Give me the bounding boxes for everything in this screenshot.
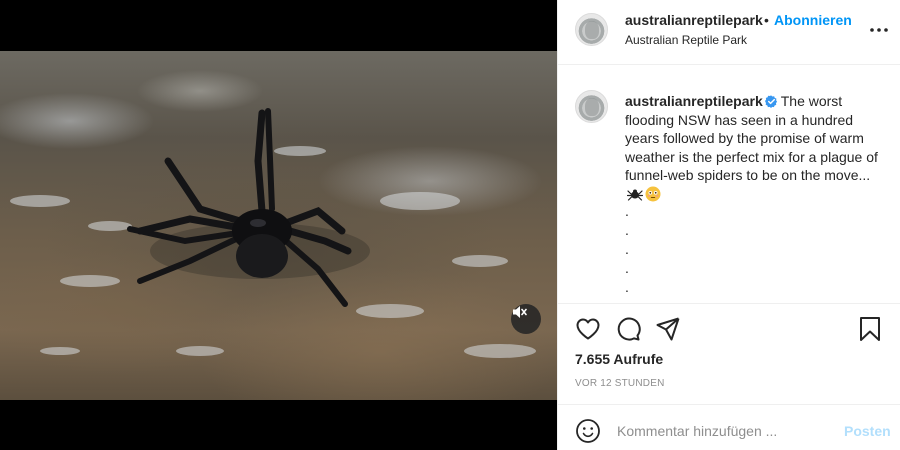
more-options-button[interactable] [869, 20, 889, 40]
avatar[interactable] [575, 90, 608, 123]
share-icon [656, 317, 680, 341]
spider-emoji [627, 189, 643, 201]
instagram-post: australianreptilepark • Abonnieren Austr… [0, 0, 900, 450]
share-button[interactable] [655, 316, 681, 342]
dot-line: . [625, 241, 629, 257]
header-username[interactable]: australianreptilepark [625, 12, 763, 28]
caption: australianreptilepark The worst flooding … [625, 92, 885, 204]
verified-badge-icon [764, 95, 777, 108]
like-button[interactable] [575, 316, 601, 342]
separator-dot: • [764, 12, 769, 28]
location-link[interactable]: Australian Reptile Park [625, 33, 747, 47]
caption-username[interactable]: australianreptilepark [625, 93, 763, 109]
action-bar [558, 306, 900, 346]
post-timestamp[interactable]: VOR 12 STUNDEN [575, 378, 665, 389]
comment-icon [617, 317, 641, 341]
post-header: australianreptilepark • Abonnieren Austr… [558, 0, 900, 65]
dot-line: . [625, 260, 629, 276]
emoji-picker-button[interactable] [575, 418, 601, 444]
comment-input[interactable] [617, 419, 827, 443]
media-area [0, 0, 557, 450]
flushed-face-emoji [645, 186, 661, 202]
mute-button[interactable] [511, 304, 541, 334]
comment-bar: Posten [558, 404, 900, 450]
dot-line: . [625, 203, 629, 219]
caption-trailing-dots: . . . . . [625, 202, 629, 297]
heart-icon [576, 318, 600, 340]
post-video[interactable] [0, 51, 557, 400]
muted-speaker-icon [513, 306, 527, 318]
dot-line: . [625, 279, 629, 295]
follow-button[interactable]: Abonnieren [774, 12, 852, 28]
avatar[interactable] [575, 13, 608, 46]
spider-scene [10, 108, 536, 358]
dot-line: . [625, 222, 629, 238]
post-sidebar: australianreptilepark • Abonnieren Austr… [557, 0, 900, 450]
more-options-icon [870, 28, 888, 32]
smiley-icon [576, 419, 600, 443]
save-button[interactable] [857, 316, 883, 342]
comment-button[interactable] [615, 316, 641, 342]
post-comment-button[interactable]: Posten [844, 423, 891, 439]
bookmark-icon [860, 317, 880, 341]
view-count[interactable]: 7.655 Aufrufe [575, 351, 663, 367]
caption-section: australianreptilepark The worst flooding … [558, 66, 900, 304]
